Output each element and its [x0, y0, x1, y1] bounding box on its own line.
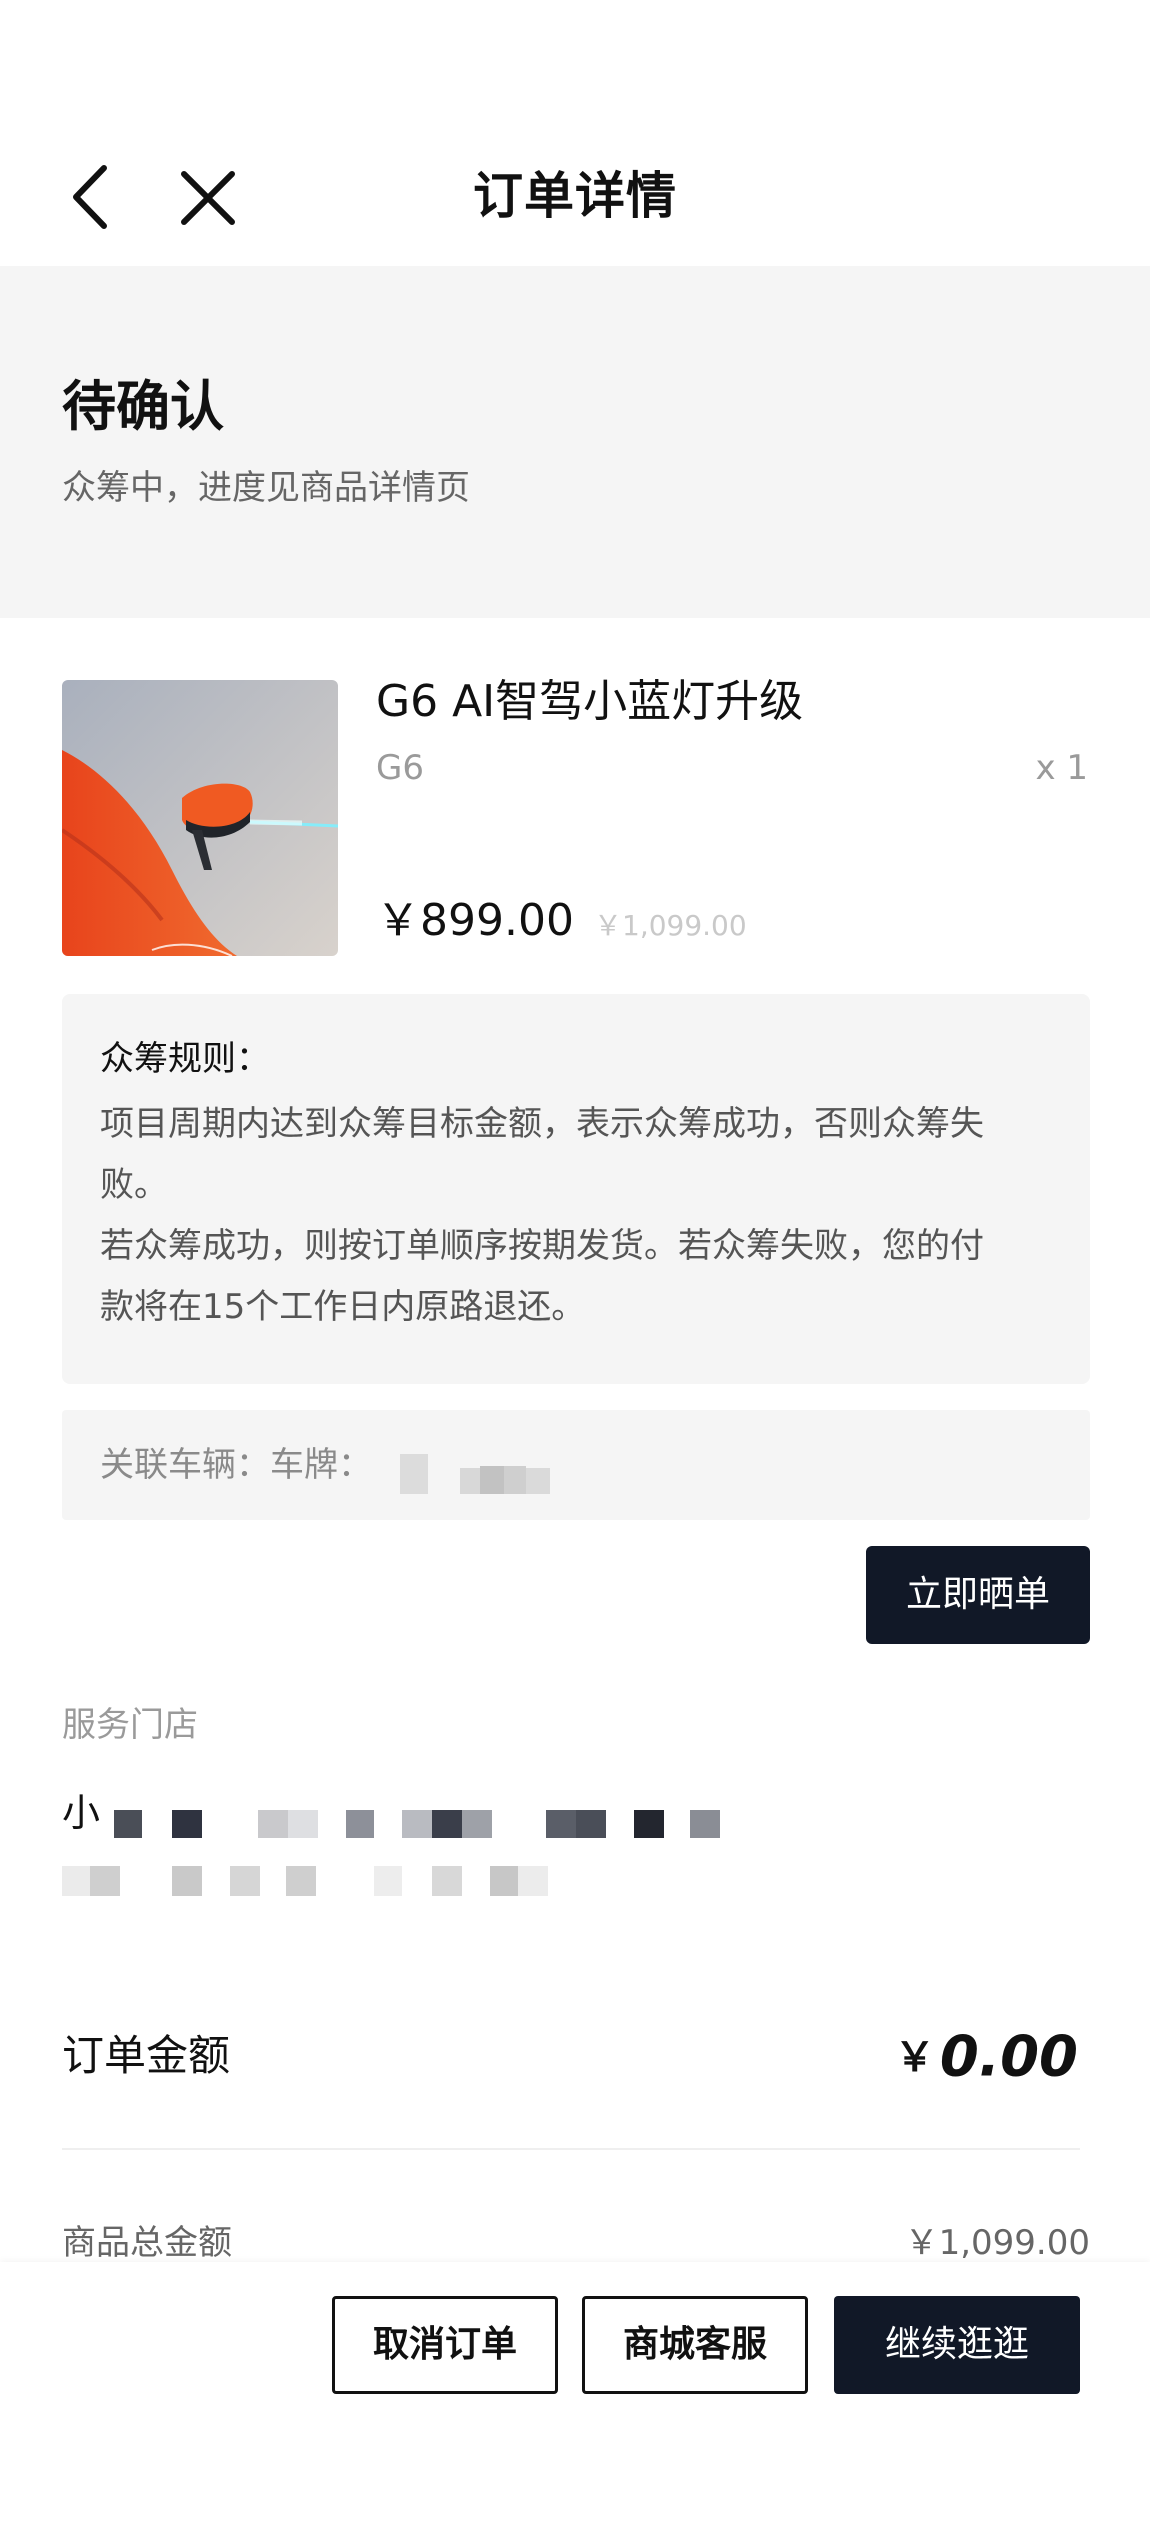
currency-symbol: ￥ [894, 2034, 935, 2081]
status-title: 待确认 [62, 375, 224, 438]
customer-service-button[interactable]: 商城客服 [582, 2296, 808, 2394]
product-price: ￥899.00 [376, 895, 574, 946]
vehicle-label: 关联车辆：车牌： [100, 1445, 372, 1485]
divider [62, 2148, 1080, 2150]
linked-vehicle-box: 关联车辆：车牌： [62, 1410, 1090, 1520]
store-name-first-char: 小 [62, 1791, 101, 1835]
product-spec: G6 [376, 748, 424, 788]
share-order-button[interactable]: 立即晒单 [866, 1546, 1090, 1644]
order-amount-label: 订单金额 [62, 2031, 231, 2080]
order-detail-page: 订单详情 待确认 众筹中，进度见商品详情页 G6 AI智驾小蓝灯升级 G6 x … [0, 0, 1150, 2529]
rules-line: 款将在15个工作日内原路退还。 [100, 1287, 586, 1327]
rules-text: 项目周期内达到众筹目标金额，表示众筹成功，否则众筹失 败。 若众筹成功，则按订单… [100, 1094, 1054, 1338]
cancel-order-button[interactable]: 取消订单 [332, 2296, 558, 2394]
rules-line: 若众筹成功，则按订单顺序按期发货。若众筹失败，您的付 [100, 1226, 984, 1266]
continue-shopping-button[interactable]: 继续逛逛 [834, 2296, 1080, 2394]
header: 订单详情 [0, 0, 1150, 266]
product-quantity: x 1 [1035, 748, 1088, 788]
goods-total-label: 商品总金额 [62, 2223, 232, 2263]
status-section: 待确认 众筹中，进度见商品详情页 [0, 266, 1150, 618]
goods-total-value: ￥1,099.00 [904, 2223, 1090, 2263]
product-image[interactable] [62, 680, 338, 956]
rules-line: 败。 [100, 1165, 168, 1205]
crowdfunding-rules-box: 众筹规则： 项目周期内达到众筹目标金额，表示众筹成功，否则众筹失 败。 若众筹成… [62, 994, 1090, 1384]
rules-line: 项目周期内达到众筹目标金额，表示众筹成功，否则众筹失 [100, 1104, 984, 1144]
status-subtitle: 众筹中，进度见商品详情页 [62, 468, 470, 508]
product-original-price: ￥1,099.00 [594, 909, 747, 942]
page-title: 订单详情 [473, 167, 677, 225]
order-amount-value: ￥ 0.00 [895, 2022, 1078, 2093]
amount-number: 0.00 [939, 2024, 1078, 2090]
bottom-action-bar: 取消订单 商城客服 继续逛逛 [0, 2262, 1150, 2529]
store-label: 服务门店 [62, 1705, 198, 1745]
rules-title: 众筹规则： [100, 1039, 270, 1079]
product-name[interactable]: G6 AI智驾小蓝灯升级 [376, 670, 803, 734]
